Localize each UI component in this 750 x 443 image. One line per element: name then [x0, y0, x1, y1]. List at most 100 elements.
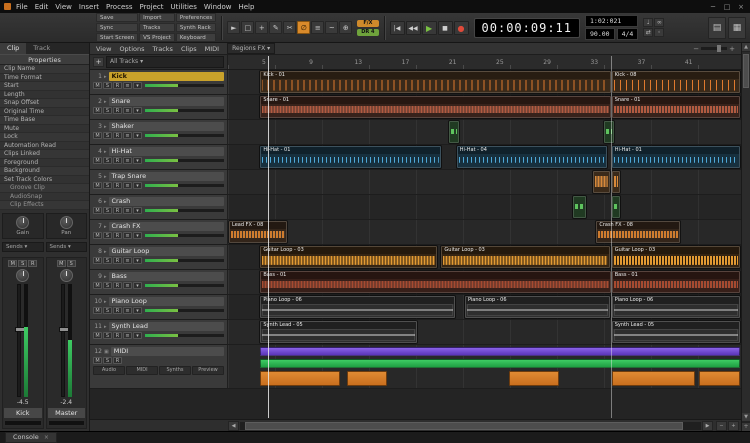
solo-button[interactable]: S: [103, 257, 112, 264]
button-import[interactable]: Import: [139, 13, 175, 22]
automation-button[interactable]: ▾: [133, 157, 142, 164]
track-lane[interactable]: Synth Lead - 05 Synth Lead - 05: [228, 320, 741, 344]
record-button[interactable]: R: [113, 232, 122, 239]
clip[interactable]: Synth Lead - 05: [612, 321, 740, 343]
input-echo-button[interactable]: ≡: [123, 282, 132, 289]
clip[interactable]: Synth Lead - 05: [260, 321, 417, 343]
clip[interactable]: Lead FX - 08: [229, 221, 287, 243]
mute-button[interactable]: M: [93, 107, 102, 114]
midi-clip-green[interactable]: [260, 359, 740, 368]
track-header[interactable]: 11▸Synth LeadMSR≡▾: [90, 320, 228, 344]
clip[interactable]: Crash FX - 08: [596, 221, 680, 243]
track-lane[interactable]: [228, 170, 741, 194]
record-button[interactable]: R: [113, 157, 122, 164]
select-tool[interactable]: □: [241, 21, 254, 34]
track-expand-icon[interactable]: ▸: [104, 324, 107, 330]
midi-block[interactable]: [612, 371, 695, 386]
pan-knob[interactable]: [16, 269, 29, 282]
tab-midi[interactable]: MIDI: [126, 366, 158, 375]
clip[interactable]: [612, 171, 620, 193]
zoom-out-icon[interactable]: −: [693, 45, 699, 53]
button-keyboard[interactable]: Keyboard: [176, 33, 216, 42]
track-name[interactable]: Synth Lead: [109, 322, 224, 331]
property-length[interactable]: Length: [0, 91, 89, 100]
split-tool[interactable]: ✂: [283, 21, 296, 34]
automation-button[interactable]: ▾: [133, 82, 142, 89]
property-audiosnap[interactable]: AudioSnap: [0, 193, 89, 202]
track-expand-icon[interactable]: ▸: [104, 124, 107, 130]
automation-button[interactable]: ▾: [133, 257, 142, 264]
solo-button[interactable]: S: [103, 232, 112, 239]
metronome-icon[interactable]: ♩: [643, 18, 653, 27]
mute-button[interactable]: M: [93, 357, 102, 364]
mute-button[interactable]: M: [93, 307, 102, 314]
midi-block[interactable]: [699, 371, 740, 386]
docked-module-tab[interactable]: Console×: [5, 432, 57, 443]
clip[interactable]: Guitar Loop - 03: [260, 246, 436, 268]
clip[interactable]: [612, 196, 620, 218]
track-name[interactable]: Hi-Hat: [109, 147, 224, 156]
track-header[interactable]: 1▸KickMSR≡▾: [90, 70, 228, 94]
folder-lane[interactable]: [228, 345, 741, 388]
track-expand-icon[interactable]: ▸: [104, 99, 107, 105]
clip[interactable]: Bass - 01: [260, 271, 610, 293]
clip[interactable]: Guitar Loop - 03: [441, 246, 609, 268]
track-lane[interactable]: Guitar Loop - 03Guitar Loop - 03Guitar L…: [228, 245, 741, 269]
track-header[interactable]: 6▸CrashMSR≡▾: [90, 195, 228, 219]
input-echo-button[interactable]: ≡: [123, 207, 132, 214]
solo-button[interactable]: S: [103, 282, 112, 289]
clip[interactable]: Piano Loop - 06: [260, 296, 455, 318]
tab-synths[interactable]: Synths: [159, 366, 191, 375]
solo-button[interactable]: S: [103, 332, 112, 339]
track-filter-dropdown[interactable]: All Tracks ▾: [106, 56, 224, 68]
close-icon[interactable]: ×: [736, 3, 746, 11]
inspector-tab-track[interactable]: Track: [26, 43, 57, 54]
property-automation-read[interactable]: Automation Read: [0, 142, 89, 151]
track-lane[interactable]: Snare - 01Snare - 01: [228, 95, 741, 119]
clip[interactable]: Bass - 01: [612, 271, 740, 293]
rtz-button[interactable]: |◀: [390, 21, 405, 35]
track-header[interactable]: 2▸SnareMSR≡▾: [90, 95, 228, 119]
track-name[interactable]: Bass: [109, 272, 224, 281]
hzoom-out-icon[interactable]: −: [716, 421, 727, 431]
track-lane[interactable]: [228, 195, 741, 219]
property-time-format[interactable]: Time Format: [0, 74, 89, 83]
clip[interactable]: Piano Loop - 06: [465, 296, 610, 318]
solo-button[interactable]: S: [103, 182, 112, 189]
input-echo-button[interactable]: ≡: [123, 82, 132, 89]
track-name[interactable]: Crash FX: [109, 222, 224, 231]
pan-knob[interactable]: [60, 269, 73, 282]
menu-window[interactable]: Window: [204, 3, 232, 11]
track-lane[interactable]: Hi-Hat - 01Hi-Hat - 04Hi-Hat - 01: [228, 145, 741, 169]
menu-help[interactable]: Help: [238, 3, 254, 11]
mute-button[interactable]: M: [8, 260, 17, 267]
clip[interactable]: [449, 121, 459, 143]
property-background[interactable]: Background: [0, 167, 89, 176]
hscroll-thumb[interactable]: [245, 422, 683, 430]
button-preferences[interactable]: Preferences: [176, 13, 216, 22]
mute-button[interactable]: M: [93, 257, 102, 264]
maximize-icon[interactable]: □: [722, 3, 732, 11]
track-name[interactable]: Snare: [109, 97, 224, 106]
track-expand-icon[interactable]: ▸: [104, 199, 107, 205]
track-lane[interactable]: Piano Loop - 06Piano Loop - 06Piano Loop…: [228, 295, 741, 319]
property-mute[interactable]: Mute: [0, 125, 89, 134]
record-button[interactable]: R: [113, 282, 122, 289]
view-menu-midi[interactable]: MIDI: [205, 45, 219, 53]
midi-block[interactable]: [509, 371, 559, 386]
solo-button[interactable]: S: [103, 207, 112, 214]
clip[interactable]: Hi-Hat - 04: [457, 146, 607, 168]
solo-button[interactable]: S: [103, 157, 112, 164]
menu-project[interactable]: Project: [140, 3, 164, 11]
menu-process[interactable]: Process: [106, 3, 133, 11]
toggle-dr-4[interactable]: DR 4: [357, 29, 378, 36]
property-lock[interactable]: Lock: [0, 133, 89, 142]
mute-button[interactable]: M: [93, 332, 102, 339]
track-name[interactable]: MIDI: [111, 347, 224, 356]
mute-button[interactable]: M: [93, 82, 102, 89]
timeline-ruler[interactable]: 591317212529333741: [228, 55, 741, 69]
track-name[interactable]: Shaker: [109, 122, 224, 131]
track-expand-icon[interactable]: ▸: [104, 299, 107, 305]
solo-button[interactable]: S: [18, 260, 27, 267]
input-echo-button[interactable]: ≡: [123, 157, 132, 164]
